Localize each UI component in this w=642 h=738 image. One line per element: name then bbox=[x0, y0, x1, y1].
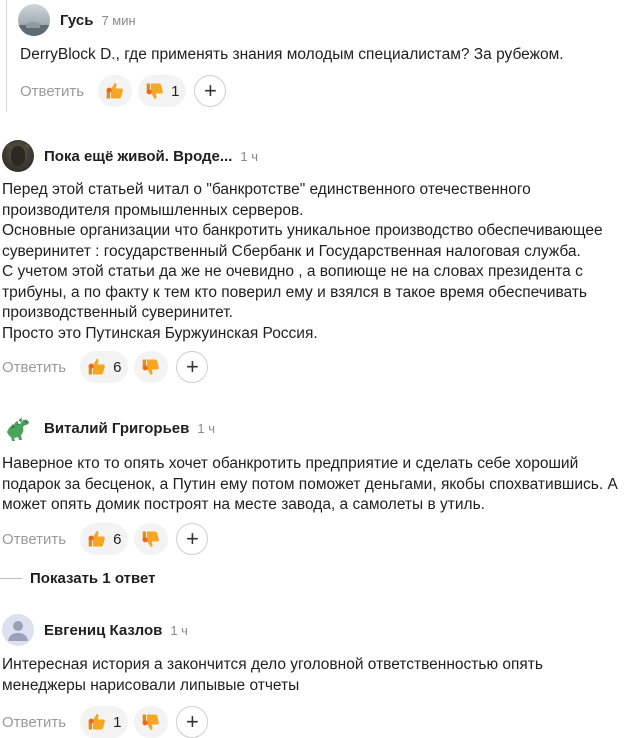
thumbs-down-icon bbox=[141, 357, 161, 377]
add-reaction-button[interactable]: + bbox=[176, 351, 209, 383]
dinosaur-icon bbox=[7, 417, 29, 441]
comment-text: Интересная история а закончится дело уго… bbox=[2, 656, 543, 694]
comment-text: DerryBlock D., где применять знания моло… bbox=[20, 46, 564, 63]
dislike-count: 1 bbox=[171, 82, 180, 100]
comment-header: Евгениц Казлов 1 ч bbox=[2, 614, 188, 646]
comment-actions: Ответить 6 + bbox=[2, 351, 209, 383]
author-name[interactable]: Пока ещё живой. Вроде... bbox=[44, 148, 232, 165]
comment-3: Виталий Григорьев 1 ч Наверное кто то оп… bbox=[0, 410, 642, 560]
dislike-button[interactable] bbox=[134, 706, 169, 738]
dislike-button[interactable] bbox=[134, 351, 169, 383]
comment-text: Перед этой статьей читал о "банкротстве"… bbox=[2, 181, 603, 342]
comment-actions: Ответить 6 + bbox=[2, 523, 209, 555]
moose-avatar[interactable] bbox=[2, 140, 34, 172]
show-replies-button[interactable]: Показать 1 ответ bbox=[0, 570, 155, 587]
comment-header: Гусь 7 мин bbox=[18, 4, 136, 36]
thumbs-down-icon bbox=[141, 529, 161, 549]
comment-time: 1 ч bbox=[240, 148, 259, 164]
thumbs-up-icon bbox=[87, 529, 107, 549]
reply-button[interactable]: Ответить bbox=[2, 714, 66, 731]
like-button[interactable]: 6 bbox=[80, 351, 129, 383]
like-count: 1 bbox=[113, 713, 122, 731]
default-user-avatar[interactable] bbox=[2, 614, 34, 646]
dislike-button[interactable]: 1 bbox=[138, 75, 187, 107]
comment-4: Евгениц Казлов 1 ч Интересная история а … bbox=[0, 612, 642, 738]
dislike-button[interactable] bbox=[134, 523, 169, 555]
thumbs-up-icon bbox=[105, 81, 125, 101]
comment-text: Наверное кто то опять хочет обанкротить … bbox=[2, 455, 618, 513]
reply-button[interactable]: Ответить bbox=[2, 359, 66, 376]
thread-line bbox=[6, 0, 7, 112]
comment-header: Виталий Григорьев 1 ч bbox=[2, 412, 215, 444]
add-reaction-button[interactable]: + bbox=[194, 75, 227, 107]
thumbs-up-icon bbox=[87, 357, 107, 377]
comment-time: 1 ч bbox=[170, 622, 188, 638]
like-button[interactable]: 1 bbox=[80, 706, 129, 738]
comment-1: Гусь 7 мин DerryBlock D., где применять … bbox=[0, 0, 642, 112]
comment-time: 1 ч bbox=[197, 420, 215, 436]
show-replies-label: Показать 1 ответ bbox=[30, 570, 156, 587]
reply-button[interactable]: Ответить bbox=[2, 531, 66, 548]
comment-actions: Ответить 1 + bbox=[20, 75, 227, 107]
like-button[interactable]: 6 bbox=[80, 523, 129, 555]
author-name[interactable]: Виталий Григорьев bbox=[44, 420, 189, 437]
user-icon bbox=[8, 621, 28, 641]
thumbs-down-icon bbox=[145, 81, 165, 101]
author-name[interactable]: Евгениц Казлов bbox=[44, 622, 162, 639]
thumbs-up-icon bbox=[87, 712, 107, 732]
thumbs-down-icon bbox=[141, 712, 161, 732]
comment-actions: Ответить 1 + bbox=[2, 706, 209, 738]
dinosaur-avatar[interactable] bbox=[2, 412, 34, 444]
reply-button[interactable]: Ответить bbox=[20, 83, 84, 100]
like-button[interactable] bbox=[98, 75, 133, 107]
landscape-avatar[interactable] bbox=[18, 4, 50, 36]
like-count: 6 bbox=[113, 530, 122, 548]
author-name[interactable]: Гусь bbox=[60, 12, 93, 29]
divider bbox=[0, 578, 22, 579]
like-count: 6 bbox=[113, 358, 122, 376]
comment-header: Пока ещё живой. Вроде... 1 ч bbox=[2, 140, 258, 172]
add-reaction-button[interactable]: + bbox=[176, 706, 209, 738]
add-reaction-button[interactable]: + bbox=[176, 523, 209, 555]
comment-time: 7 мин bbox=[101, 12, 136, 28]
comment-2: Пока ещё живой. Вроде... 1 ч Перед этой … bbox=[0, 138, 642, 388]
